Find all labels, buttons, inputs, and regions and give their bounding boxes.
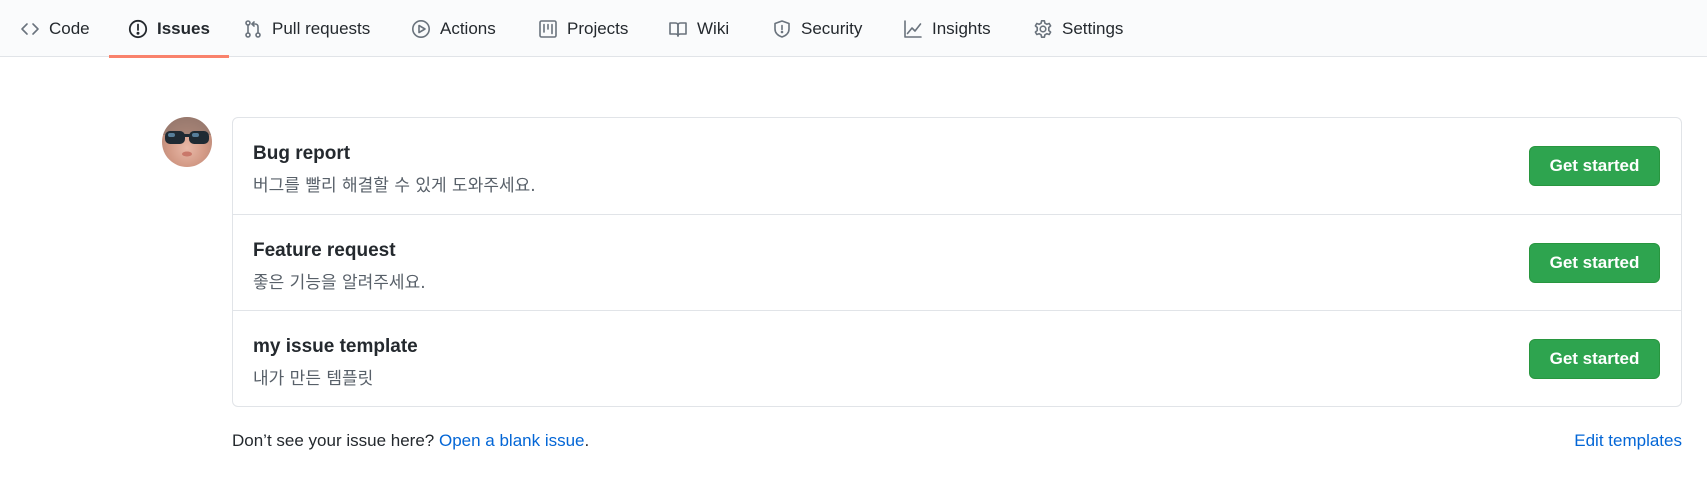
get-started-button[interactable]: Get started — [1529, 243, 1660, 283]
tab-wiki[interactable]: Wiki — [668, 0, 729, 57]
gear-icon — [1033, 19, 1053, 39]
avatar[interactable] — [162, 117, 212, 167]
tab-security-label: Security — [801, 18, 863, 38]
get-started-button[interactable]: Get started — [1529, 146, 1660, 186]
template-description: 내가 만든 템플릿 — [253, 369, 374, 389]
tab-settings-label: Settings — [1062, 18, 1124, 38]
template-title: Bug report — [253, 143, 351, 164]
template-row-feature-request: Feature request 좋은 기능을 알려주세요. Get starte… — [233, 214, 1681, 310]
blank-issue-question: Don’t see your issue here? — [232, 431, 435, 450]
tab-projects-label: Projects — [567, 18, 629, 38]
template-row-bug-report: Bug report 버그를 빨리 해결할 수 있게 도와주세요. Get st… — [233, 118, 1681, 214]
tab-code[interactable]: Code — [20, 0, 90, 57]
get-started-button[interactable]: Get started — [1529, 339, 1660, 379]
tab-code-label: Code — [49, 18, 90, 38]
template-title: my issue template — [253, 336, 418, 357]
tab-issues[interactable]: Issues — [109, 0, 229, 58]
play-icon — [411, 19, 431, 39]
tab-insights[interactable]: Insights — [903, 0, 991, 57]
blank-issue-prompt: Don’t see your issue here? Open a blank … — [232, 431, 589, 451]
tab-actions[interactable]: Actions — [411, 0, 496, 57]
repo-nav: Code Issues Pull requests Actions Projec… — [0, 0, 1707, 58]
template-row-my-issue-template: my issue template 내가 만든 템플릿 Get started — [233, 310, 1681, 406]
template-description: 버그를 빨리 해결할 수 있게 도와주세요. — [253, 176, 536, 196]
open-blank-issue-link[interactable]: Open a blank issue — [439, 431, 585, 450]
tab-pull-requests-label: Pull requests — [272, 18, 371, 38]
graph-icon — [903, 19, 923, 39]
tab-actions-label: Actions — [440, 18, 496, 38]
template-title: Feature request — [253, 240, 396, 261]
tab-settings[interactable]: Settings — [1033, 0, 1123, 57]
tab-projects[interactable]: Projects — [538, 0, 628, 57]
tab-insights-label: Insights — [932, 18, 991, 38]
tab-wiki-label: Wiki — [697, 18, 730, 38]
issue-template-list: Bug report 버그를 빨리 해결할 수 있게 도와주세요. Get st… — [232, 117, 1682, 407]
tab-issues-label: Issues — [157, 18, 210, 38]
selected-tab-underline — [109, 55, 229, 58]
book-icon — [668, 19, 688, 39]
tab-security[interactable]: Security — [772, 0, 862, 57]
prompt-period: . — [584, 431, 590, 450]
code-icon — [20, 19, 40, 39]
shield-icon — [772, 19, 792, 39]
edit-templates-link[interactable]: Edit templates — [1574, 431, 1682, 451]
project-icon — [538, 19, 558, 39]
issue-opened-icon — [128, 19, 148, 39]
git-pull-request-icon — [243, 19, 263, 39]
tab-pull-requests[interactable]: Pull requests — [243, 0, 370, 57]
template-description: 좋은 기능을 알려주세요. — [253, 273, 426, 293]
